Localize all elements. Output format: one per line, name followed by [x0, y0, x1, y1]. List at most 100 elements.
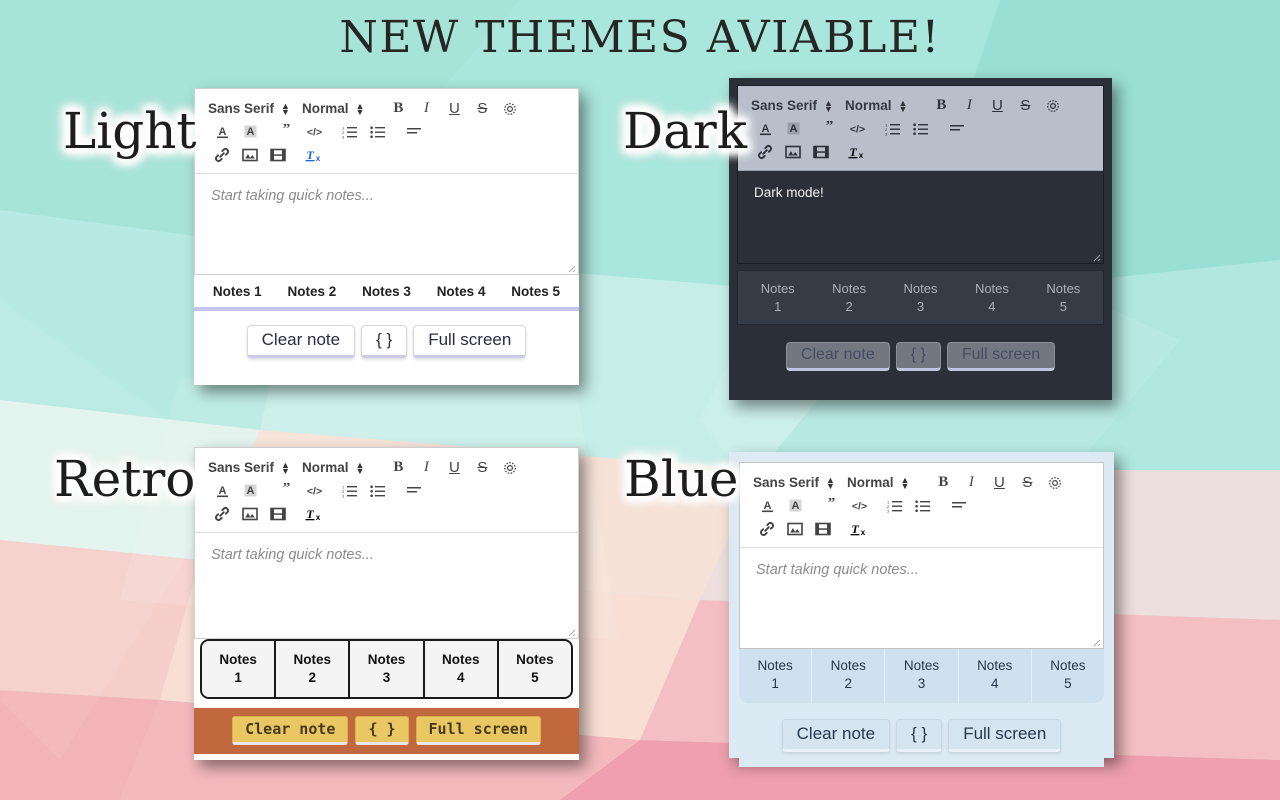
bullet-list-icon[interactable] [909, 494, 937, 517]
braces-button[interactable]: { } [896, 719, 943, 753]
gear-icon[interactable] [1039, 94, 1067, 117]
strikethrough-button[interactable]: S [1011, 94, 1039, 117]
bold-button[interactable]: B [384, 97, 412, 120]
note-tab-5[interactable]: Notes 5 [1028, 280, 1099, 315]
video-icon[interactable] [264, 143, 292, 166]
gear-icon[interactable] [496, 456, 524, 479]
bullet-list-icon[interactable] [364, 479, 392, 502]
full-screen-button[interactable]: Full screen [948, 719, 1062, 753]
note-tab-5[interactable]: Notes 5 [1032, 649, 1104, 703]
note-tab-1[interactable]: Notes 1 [739, 649, 813, 704]
blockquote-icon[interactable]: ” [272, 479, 300, 502]
note-tab-2[interactable]: Notes 2 [276, 641, 351, 698]
blockquote-icon[interactable]: ” [272, 120, 300, 143]
blockquote-icon[interactable]: ” [815, 117, 843, 140]
align-icon[interactable] [943, 117, 971, 140]
italic-button[interactable]: I [957, 471, 985, 494]
braces-button[interactable]: { } [895, 342, 941, 372]
align-icon[interactable] [400, 120, 428, 143]
strikethrough-button[interactable]: S [468, 456, 496, 479]
font-size-select[interactable]: Normal ▲ ▼ [847, 475, 909, 490]
resize-grip-icon[interactable] [564, 261, 576, 273]
full-screen-button[interactable]: Full screen [415, 716, 541, 746]
ordered-list-icon[interactable]: 123 [336, 479, 364, 502]
underline-button[interactable]: U [440, 97, 468, 120]
note-tab-4[interactable]: Notes 4 [424, 641, 499, 698]
underline-button[interactable]: U [440, 456, 468, 479]
image-icon[interactable] [236, 143, 264, 166]
note-tab-3[interactable]: Notes 3 [885, 649, 959, 704]
note-textarea-light[interactable]: Start taking quick notes... [195, 174, 578, 274]
font-size-select[interactable]: Normal ▲ ▼ [845, 98, 907, 113]
video-icon[interactable] [807, 140, 835, 163]
bold-button[interactable]: B [384, 456, 412, 479]
font-family-select[interactable]: Sans Serif ▲ ▼ [753, 475, 835, 490]
image-icon[interactable] [236, 502, 264, 525]
bullet-list-icon[interactable] [907, 117, 935, 140]
braces-button[interactable]: { } [355, 716, 409, 746]
image-icon[interactable] [781, 517, 809, 540]
font-color-icon[interactable]: A [753, 494, 781, 517]
code-block-icon[interactable]: </> [845, 494, 873, 517]
strikethrough-button[interactable]: S [468, 97, 496, 120]
gear-icon[interactable] [496, 97, 524, 120]
italic-button[interactable]: I [955, 94, 983, 117]
align-icon[interactable] [945, 494, 973, 517]
highlight-color-icon[interactable]: A [781, 494, 809, 517]
clear-note-button[interactable]: Clear note [246, 325, 356, 358]
resize-grip-icon[interactable] [1089, 635, 1101, 647]
ordered-list-icon[interactable]: 123 [881, 494, 909, 517]
italic-button[interactable]: I [412, 456, 440, 479]
link-icon[interactable] [208, 502, 236, 525]
font-size-select[interactable]: Normal ▲ ▼ [302, 101, 364, 116]
clear-note-button[interactable]: Clear note [232, 716, 349, 746]
note-tab-5[interactable]: Notes 5 [511, 284, 560, 299]
font-family-select[interactable]: Sans Serif ▲ ▼ [751, 98, 833, 113]
note-tab-1[interactable]: Notes 1 [202, 641, 277, 698]
font-family-select[interactable]: Sans Serif ▲ ▼ [208, 101, 290, 116]
note-tab-3[interactable]: Notes 3 [885, 280, 956, 315]
clear-note-button[interactable]: Clear note [785, 342, 890, 372]
highlight-color-icon[interactable]: A [236, 120, 264, 143]
note-tab-4[interactable]: Notes 4 [956, 280, 1027, 315]
bold-button[interactable]: B [927, 94, 955, 117]
video-icon[interactable] [809, 517, 837, 540]
full-screen-button[interactable]: Full screen [413, 325, 527, 358]
note-textarea-retro[interactable]: Start taking quick notes... [195, 533, 578, 638]
note-tab-1[interactable]: Notes 1 [213, 284, 262, 299]
ordered-list-icon[interactable]: 123 [336, 120, 364, 143]
note-tab-2[interactable]: Notes 2 [812, 649, 886, 704]
note-textarea-dark[interactable]: Dark mode! [738, 171, 1103, 263]
note-tab-4[interactable]: Notes 4 [959, 649, 1032, 704]
clear-format-icon[interactable]: Tx [843, 140, 871, 163]
resize-grip-icon[interactable] [1089, 250, 1101, 262]
italic-button[interactable]: I [412, 97, 440, 120]
clear-format-icon[interactable]: Tx [300, 143, 328, 166]
underline-button[interactable]: U [985, 471, 1013, 494]
ordered-list-icon[interactable]: 123 [879, 117, 907, 140]
resize-grip-icon[interactable] [564, 625, 576, 637]
clear-note-button[interactable]: Clear note [781, 719, 891, 753]
clear-format-icon[interactable]: Tx [845, 517, 873, 540]
note-tab-1[interactable]: Notes 1 [742, 280, 813, 315]
image-icon[interactable] [779, 140, 807, 163]
bullet-list-icon[interactable] [364, 120, 392, 143]
video-icon[interactable] [264, 502, 292, 525]
note-tab-5[interactable]: Notes 5 [498, 641, 571, 698]
strikethrough-button[interactable]: S [1013, 471, 1041, 494]
bold-button[interactable]: B [929, 471, 957, 494]
note-textarea-blue[interactable]: Start taking quick notes... [740, 548, 1103, 648]
link-icon[interactable] [753, 517, 781, 540]
font-family-select[interactable]: Sans Serif ▲ ▼ [208, 460, 290, 475]
note-tab-2[interactable]: Notes 2 [813, 280, 884, 315]
underline-button[interactable]: U [983, 94, 1011, 117]
note-tab-2[interactable]: Notes 2 [288, 284, 337, 299]
font-size-select[interactable]: Normal ▲ ▼ [302, 460, 364, 475]
note-tab-3[interactable]: Notes 3 [350, 641, 425, 698]
font-color-icon[interactable]: A [208, 479, 236, 502]
code-block-icon[interactable]: </> [843, 117, 871, 140]
align-icon[interactable] [400, 479, 428, 502]
note-tab-3[interactable]: Notes 3 [362, 284, 411, 299]
gear-icon[interactable] [1041, 471, 1069, 494]
highlight-color-icon[interactable]: A [779, 117, 807, 140]
